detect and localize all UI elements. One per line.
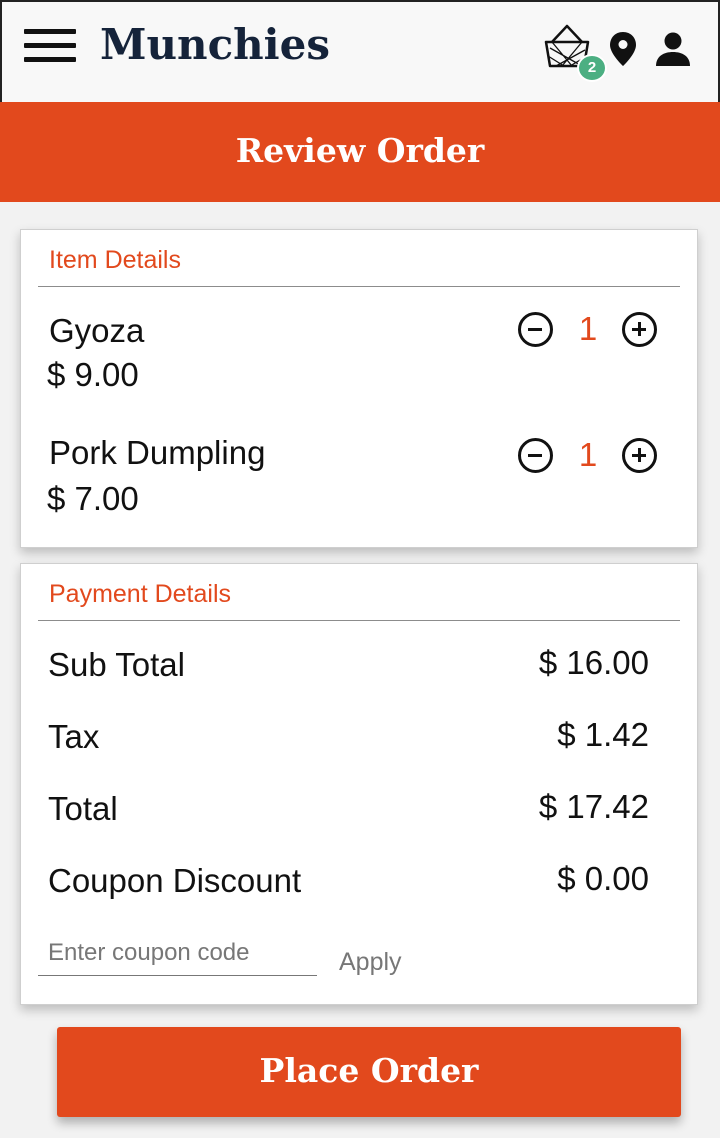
coupon-discount-label: Coupon Discount [48,862,302,899]
item-details-title: Item Details [49,246,181,274]
app-header: Munchies 2 [0,0,720,102]
item-details-card: Item Details Gyoza $ 9.00 1 Pork Dumplin… [20,229,698,548]
subtotal-value: $ 16.00 [538,644,649,681]
decrease-quantity-button[interactable] [518,312,553,347]
total-label: Total [48,790,118,827]
total-value: $ 17.42 [538,788,649,825]
brand-title[interactable]: Munchies [100,20,330,69]
item-price: $ 9.00 [47,356,139,393]
subtotal-label: Sub Total [48,646,185,683]
location-pin-icon[interactable] [608,31,638,67]
cart-count-badge: 2 [577,54,607,82]
coupon-code-input[interactable] [38,930,317,976]
item-quantity: 1 [578,436,598,473]
item-name: Gyoza [49,312,145,349]
page-title: Review Order [0,102,720,202]
apply-coupon-button[interactable]: Apply [339,948,402,977]
payment-details-title: Payment Details [49,580,232,608]
item-details-divider [38,286,680,287]
payment-details-divider [38,620,680,621]
item-name: Pork Dumpling [49,434,266,471]
payment-details-card: Payment Details Sub Total $ 16.00 Tax $ … [20,563,698,1005]
decrease-quantity-button[interactable] [518,438,553,473]
tax-label: Tax [48,718,100,755]
menu-icon[interactable] [24,29,76,63]
increase-quantity-button[interactable] [622,438,657,473]
item-price: $ 7.00 [47,480,139,517]
coupon-discount-value: $ 0.00 [557,860,649,897]
item-quantity: 1 [578,310,598,347]
increase-quantity-button[interactable] [622,312,657,347]
place-order-button[interactable]: Place Order [57,1027,681,1117]
user-icon[interactable] [654,32,692,66]
tax-value: $ 1.42 [557,716,649,753]
